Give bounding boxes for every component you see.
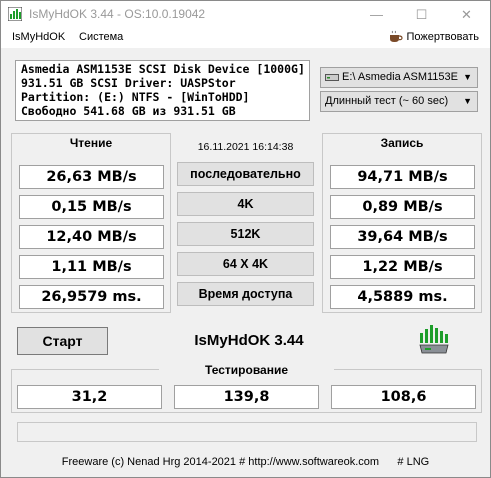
close-button[interactable]: ✕ xyxy=(444,1,489,28)
test-length-select[interactable]: Длинный тест (~ 60 sec) ▼ xyxy=(320,91,478,112)
write-title: Запись xyxy=(380,136,424,150)
drive-size-line: 931.51 GB SCSI Driver: UASPStor xyxy=(21,76,236,90)
mode-64x4k-label: 64 X 4K xyxy=(177,252,314,276)
read-64x4k-value: 1,11 MB/s xyxy=(19,255,164,279)
write-seq-value: 94,71 MB/s xyxy=(330,165,475,189)
test-datetime: 16.11.2021 16:14:38 xyxy=(197,141,294,153)
test-length-value: Длинный тест (~ 60 sec) xyxy=(325,95,449,107)
partition-line: Partition: (E:) NTFS - [WinToHDD] xyxy=(21,90,250,104)
drive-select[interactable]: E:\ Asmedia ASM1153E ▼ xyxy=(320,67,478,88)
mode-sequential-label: последовательно xyxy=(177,162,314,186)
testing-center-value: 139,8 xyxy=(174,385,319,409)
drive-icon xyxy=(325,73,339,81)
write-access-time-value: 4,5889 ms. xyxy=(330,285,475,309)
app-name-label: IsMyHdOK 3.44 xyxy=(194,332,304,349)
read-title: Чтение xyxy=(69,136,113,150)
app-window: IsMyHdOK 3.44 - OS:10.0.19042 — ☐ ✕ IsMy… xyxy=(0,0,491,478)
testing-write-value: 108,6 xyxy=(331,385,476,409)
donate-link[interactable]: Пожертвовать xyxy=(389,30,480,43)
read-512k-value: 12,40 MB/s xyxy=(19,225,164,249)
drive-info-box: Asmedia ASM1153E SCSI Disk Device [1000G… xyxy=(15,60,310,121)
testing-title: Тестирование xyxy=(159,363,334,377)
free-space-line: Свободно 541.68 GB из 931.51 GB xyxy=(21,104,236,118)
testing-read-value: 31,2 xyxy=(17,385,162,409)
maximize-button[interactable]: ☐ xyxy=(399,1,444,28)
read-4k-value: 0,15 MB/s xyxy=(19,195,164,219)
write-4k-value: 0,89 MB/s xyxy=(330,195,475,219)
start-button[interactable]: Старт xyxy=(17,327,108,355)
hdd-benchmark-icon xyxy=(419,325,449,354)
mode-512k-label: 512K xyxy=(177,222,314,246)
menu-bar: IsMyHdOK Система Пожертвовать xyxy=(1,28,490,48)
chevron-down-icon: ▼ xyxy=(463,96,472,106)
footer-text[interactable]: Freeware (c) Nenad Hrg 2014-2021 # http:… xyxy=(1,456,490,468)
read-access-time-value: 26,9579 ms. xyxy=(19,285,164,309)
menu-item-system[interactable]: Система xyxy=(79,31,123,43)
app-logo-icon xyxy=(8,7,22,21)
title-bar[interactable]: IsMyHdOK 3.44 - OS:10.0.19042 — ☐ ✕ xyxy=(1,1,490,28)
chevron-down-icon: ▼ xyxy=(463,72,472,82)
coffee-cup-icon xyxy=(389,30,403,42)
menu-item-ismyhdok[interactable]: IsMyHdOK xyxy=(12,31,65,43)
progress-bar xyxy=(17,422,477,442)
write-512k-value: 39,64 MB/s xyxy=(330,225,475,249)
drive-model-line: Asmedia ASM1153E SCSI Disk Device [1000G… xyxy=(21,62,305,76)
mode-4k-label: 4K xyxy=(177,192,314,216)
donate-label: Пожертвовать xyxy=(406,30,480,43)
write-64x4k-value: 1,22 MB/s xyxy=(330,255,475,279)
read-seq-value: 26,63 MB/s xyxy=(19,165,164,189)
window-title: IsMyHdOK 3.44 - OS:10.0.19042 xyxy=(29,7,206,21)
drive-select-value: E:\ Asmedia ASM1153E xyxy=(342,71,458,83)
minimize-button[interactable]: — xyxy=(354,1,399,28)
mode-access-time-label: Время доступа xyxy=(177,282,314,306)
